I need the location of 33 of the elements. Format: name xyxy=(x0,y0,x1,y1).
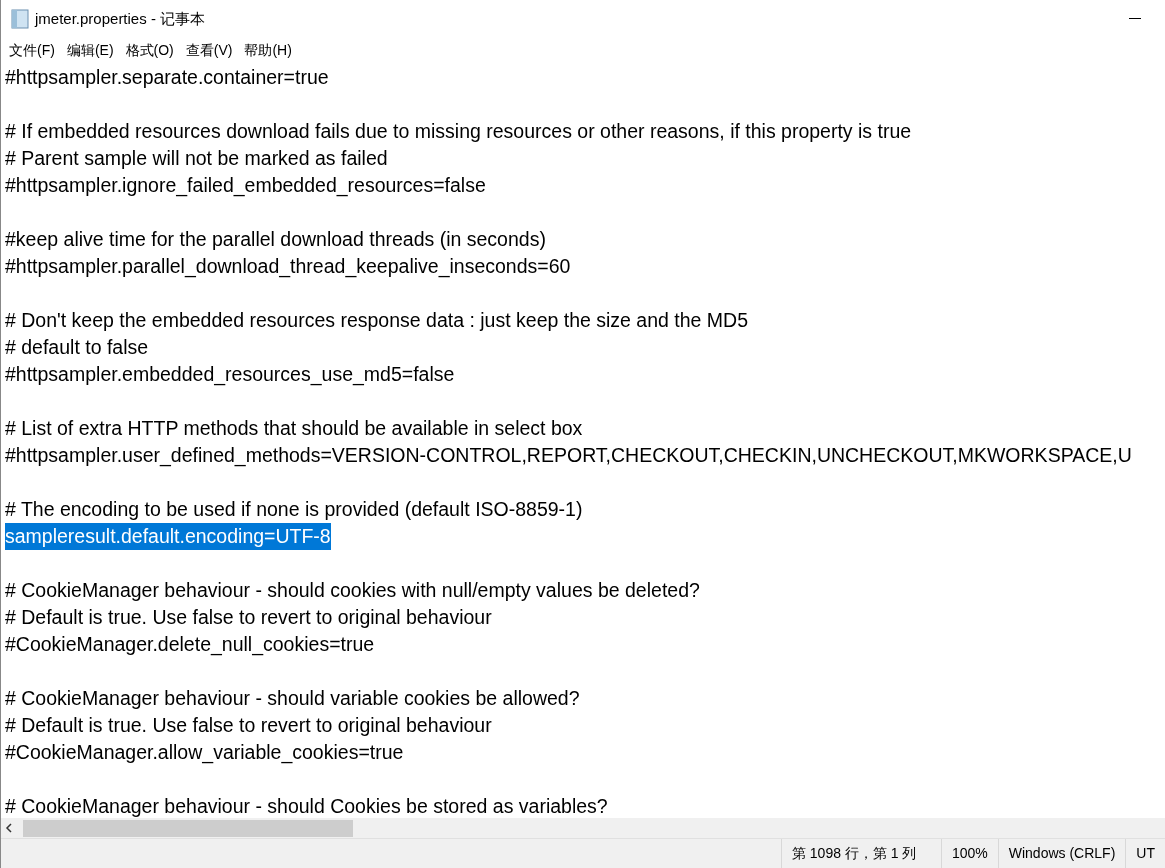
text-line: # CookieManager behaviour - should Cookies be stored as variables? xyxy=(5,794,608,818)
text-line: # If embedded resources download fails due to missing resources or other reasons, if this property is true xyxy=(5,119,912,144)
text-line: # CookieManager behaviour - should variable cookies be allowed? xyxy=(5,686,580,711)
scrollbar-thumb[interactable] xyxy=(23,819,353,837)
menu-item[interactable]: 帮助(H) xyxy=(238,39,298,61)
status-text: 第 1098 行，第 1 列 xyxy=(780,839,941,868)
text-line: #httpsampler.parallel_download_thread_keepalive_inseconds=60 xyxy=(5,254,571,280)
text-line: # Parent sample will not be marked as failed xyxy=(5,146,388,171)
menu-item[interactable]: 查看(V) xyxy=(179,39,239,61)
text-line: # CookieManager behaviour - should cookies with null/empty values be deleted? xyxy=(5,578,700,603)
minimize-icon[interactable] xyxy=(1129,18,1141,20)
text-line: #httpsampler.separate.container=true xyxy=(5,65,329,90)
text-line: # The encoding to be used if none is provided (default ISO-8859-1) xyxy=(5,497,583,522)
text-line: #keep alive time for the parallel download threads (in seconds) xyxy=(5,227,546,252)
horizontal-scrollbar[interactable] xyxy=(1,818,1165,838)
text-line: #httpsampler.embedded_resources_use_md5=false xyxy=(5,362,455,388)
menu-item[interactable]: 格式(O) xyxy=(119,39,180,61)
menu-item[interactable]: 文件(F) xyxy=(3,39,61,61)
text-line: #httpsampler.ignore_failed_embedded_resources=false xyxy=(5,173,486,199)
text-line: #CookieManager.delete_null_cookies=true xyxy=(5,632,375,658)
notepad-icon xyxy=(11,9,29,29)
text-line: # Default is true. Use false to revert to original behaviour xyxy=(5,605,492,630)
menu-item[interactable]: 编辑(E) xyxy=(60,39,120,61)
status-text: 100% xyxy=(940,839,998,868)
text-line: # List of extra HTTP methods that should be available in select box xyxy=(5,416,583,441)
text-line: #httpsampler.user_defined_methods=VERSION-CONTROL,REPORT,CHECKOUT,CHECKIN,UNCHECKOUT,MKWORKSPACE,U xyxy=(5,443,1132,469)
window-title: jmeter.properties - 记事本 xyxy=(35,8,206,29)
status-text: UT xyxy=(1125,839,1165,868)
text-line: # Default is true. Use false to revert to original behaviour xyxy=(5,713,492,738)
text-line: # Don't keep the embedded resources response data : just keep the size and the MD5 xyxy=(5,308,748,333)
text-line: # default to false xyxy=(5,335,149,360)
text-line: #CookieManager.allow_variable_cookies=true xyxy=(5,740,404,766)
status-text: Windows (CRLF) xyxy=(997,839,1126,868)
